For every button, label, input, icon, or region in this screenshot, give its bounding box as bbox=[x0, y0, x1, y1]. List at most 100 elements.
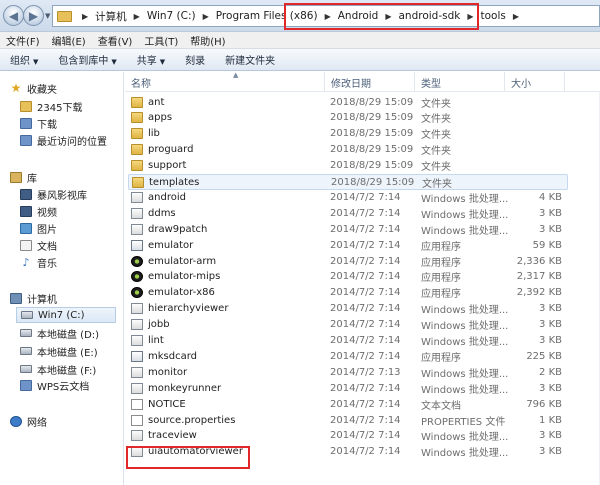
share-button[interactable]: 共享 ▼ bbox=[127, 52, 175, 67]
chevron-right-icon[interactable]: ▶ bbox=[203, 12, 209, 21]
folder-icon bbox=[131, 144, 143, 156]
file-name: traceview bbox=[148, 430, 197, 442]
file-name: hierarchyviewer bbox=[148, 303, 229, 315]
file-type: Windows 批处理... bbox=[421, 337, 509, 348]
file-row[interactable]: ant 2018/8/29 15:09 文件夹 bbox=[128, 94, 568, 110]
file-row[interactable]: traceview 2014/7/2 7:14 Windows 批处理... 3 KB bbox=[128, 428, 568, 444]
recent-pages-dropdown-icon[interactable]: ▼ bbox=[45, 12, 50, 20]
sidebar-label: 图片 bbox=[37, 224, 57, 236]
column-header-date[interactable]: 修改日期 bbox=[325, 72, 415, 92]
sidebar-item-drive-c[interactable]: Win7 (C:) bbox=[16, 307, 116, 323]
breadcrumb-computer[interactable]: 计算机 bbox=[95, 9, 127, 24]
menu-view[interactable]: 查看(V) bbox=[92, 33, 139, 48]
file-row[interactable]: NOTICE 2014/7/2 7:14 文本文档 796 KB bbox=[128, 396, 568, 412]
file-row[interactable]: ddms 2014/7/2 7:14 Windows 批处理... 3 KB bbox=[128, 205, 568, 221]
menu-file[interactable]: 文件(F) bbox=[0, 33, 46, 48]
breadcrumb-program-files[interactable]: Program Files (x86) bbox=[216, 10, 318, 22]
file-size bbox=[506, 94, 562, 110]
file-type: PROPERTIES 文件 bbox=[421, 416, 506, 428]
file-date: 2014/7/2 7:13 bbox=[330, 366, 401, 378]
file-row[interactable]: hierarchyviewer 2014/7/2 7:14 Windows 批处理.… bbox=[128, 301, 568, 317]
breadcrumb-tools[interactable]: tools bbox=[481, 10, 506, 22]
breadcrumb-android-sdk[interactable]: android-sdk bbox=[399, 10, 461, 22]
file-row[interactable]: emulator 2014/7/2 7:14 应用程序 59 KB bbox=[128, 237, 568, 253]
chevron-right-icon[interactable]: ▶ bbox=[325, 12, 331, 21]
organize-button[interactable]: 组织 ▼ bbox=[0, 52, 48, 67]
file-type: 应用程序 bbox=[421, 241, 461, 253]
file-size: 1 KB bbox=[539, 414, 562, 426]
file-row[interactable]: source.properties 2014/7/2 7:14 PROPERTIES… bbox=[128, 412, 568, 428]
file-row[interactable]: monitor 2014/7/2 7:13 Windows 批处理... 2 KB bbox=[128, 364, 568, 380]
file-size bbox=[506, 142, 562, 158]
file-row[interactable]: emulator-arm 2014/7/2 7:14 应用程序 2,336 KB bbox=[128, 253, 568, 269]
folder-icon bbox=[131, 128, 143, 140]
picture-icon bbox=[20, 222, 32, 234]
application-icon bbox=[131, 239, 143, 251]
file-row[interactable]: draw9patch 2014/7/2 7:14 Windows 批处理... 3 K… bbox=[128, 221, 568, 237]
new-folder-button[interactable]: 新建文件夹 bbox=[215, 52, 285, 67]
chevron-right-icon[interactable]: ▶ bbox=[385, 12, 391, 21]
column-header-type[interactable]: 类型 bbox=[415, 72, 505, 92]
batch-file-icon bbox=[131, 191, 143, 203]
file-row[interactable]: apps 2018/8/29 15:09 文件夹 bbox=[128, 110, 568, 126]
back-arrow-icon: ◀ bbox=[8, 8, 19, 23]
file-row[interactable]: emulator-x86 2014/7/2 7:14 应用程序 2,392 KB bbox=[128, 285, 568, 301]
file-date: 2018/8/29 15:09 bbox=[330, 96, 414, 108]
cloud-docs-icon bbox=[20, 379, 32, 391]
file-size: 3 KB bbox=[539, 335, 562, 346]
address-box[interactable]: ▶ 计算机 ▶ Win7 (C:) ▶ Program Files (x86) … bbox=[52, 5, 600, 27]
menu-help[interactable]: 帮助(H) bbox=[184, 33, 231, 48]
sidebar-label: 库 bbox=[27, 173, 37, 185]
back-button[interactable]: ◀ bbox=[3, 5, 24, 26]
file-size bbox=[506, 110, 562, 126]
chevron-right-icon[interactable]: ▶ bbox=[467, 12, 473, 21]
file-name: monitor bbox=[148, 366, 188, 378]
emulator-app-icon bbox=[131, 271, 143, 283]
file-type: 文件夹 bbox=[421, 162, 451, 174]
breadcrumb-android[interactable]: Android bbox=[338, 10, 379, 22]
menu-edit[interactable]: 编辑(E) bbox=[46, 33, 92, 48]
file-type: 文件夹 bbox=[421, 130, 451, 142]
file-row[interactable]: monkeyrunner 2014/7/2 7:14 Windows 批处理... 3… bbox=[128, 380, 568, 396]
file-row[interactable]: lib 2018/8/29 15:09 文件夹 bbox=[128, 126, 568, 142]
chevron-right-icon[interactable]: ▶ bbox=[134, 12, 140, 21]
file-row[interactable]: android 2014/7/2 7:14 Windows 批处理... 4 KB bbox=[128, 189, 568, 205]
file-date: 2014/7/2 7:14 bbox=[330, 446, 401, 458]
burn-button[interactable]: 刻录 bbox=[175, 52, 215, 67]
file-row[interactable]: jobb 2014/7/2 7:14 Windows 批处理... 3 KB bbox=[128, 317, 568, 333]
file-row[interactable]: uiautomatorviewer 2014/7/2 7:14 Windows 批处… bbox=[128, 444, 568, 460]
file-name: draw9patch bbox=[148, 223, 208, 235]
file-row[interactable]: proguard 2018/8/29 15:09 文件夹 bbox=[128, 142, 568, 158]
column-header-name[interactable]: 名称 bbox=[125, 72, 325, 92]
file-type: 应用程序 bbox=[421, 289, 461, 301]
file-row[interactable]: mksdcard 2014/7/2 7:14 应用程序 225 KB bbox=[128, 348, 568, 364]
sidebar-favorites[interactable]: ★ 收藏夹 bbox=[10, 80, 133, 96]
file-size: 2,317 KB bbox=[516, 271, 562, 283]
include-label: 包含到库中 bbox=[58, 56, 109, 67]
sidebar-computer[interactable]: 计算机 bbox=[10, 290, 133, 306]
column-header-size[interactable]: 大小 bbox=[505, 72, 565, 92]
sidebar-network[interactable]: 网络 bbox=[10, 413, 133, 429]
file-name-cell: uiautomatorviewer bbox=[131, 444, 326, 460]
breadcrumb-drive[interactable]: Win7 (C:) bbox=[147, 10, 196, 22]
sidebar-label: 音乐 bbox=[37, 258, 57, 270]
file-date: 2018/8/29 15:09 bbox=[330, 128, 414, 140]
chevron-right-icon[interactable]: ▶ bbox=[513, 12, 519, 21]
batch-file-icon bbox=[131, 430, 143, 442]
file-name: emulator bbox=[148, 239, 194, 251]
file-name-cell: ant bbox=[131, 94, 326, 110]
file-name-cell: jobb bbox=[131, 317, 326, 333]
forward-button[interactable]: ▶ bbox=[23, 5, 44, 26]
sidebar-label: 计算机 bbox=[27, 294, 57, 306]
file-row[interactable]: support 2018/8/29 15:09 文件夹 bbox=[128, 158, 568, 174]
file-row[interactable]: templates 2018/8/29 15:09 文件夹 bbox=[128, 173, 568, 190]
file-row[interactable]: emulator-mips 2014/7/2 7:14 应用程序 2,317 KB bbox=[128, 269, 568, 285]
file-name-cell: NOTICE bbox=[131, 396, 326, 412]
sidebar-libraries[interactable]: 库 bbox=[10, 169, 133, 185]
chevron-right-icon[interactable]: ▶ bbox=[82, 12, 88, 21]
include-in-library-button[interactable]: 包含到库中 ▼ bbox=[48, 52, 126, 67]
file-name-cell: monitor bbox=[131, 364, 326, 380]
file-name: lib bbox=[148, 128, 160, 140]
menu-tools[interactable]: 工具(T) bbox=[138, 33, 184, 48]
file-row[interactable]: lint 2014/7/2 7:14 Windows 批处理... 3 KB bbox=[128, 333, 568, 349]
